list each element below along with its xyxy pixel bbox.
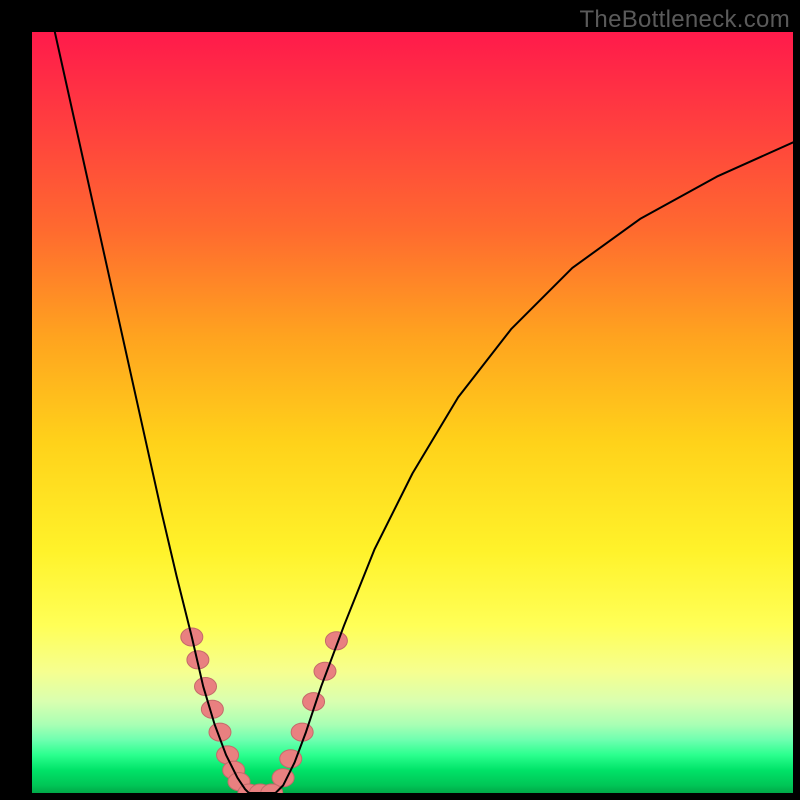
markers-layer: [181, 628, 348, 793]
chart-frame: TheBottleneck.com: [0, 0, 800, 800]
chart-svg: [32, 32, 793, 793]
curves-layer: [55, 32, 793, 793]
watermark-text: TheBottleneck.com: [579, 6, 790, 34]
plot-area: [32, 32, 793, 793]
bottleneck-curve: [55, 32, 793, 793]
marker-right-2: [291, 723, 313, 741]
